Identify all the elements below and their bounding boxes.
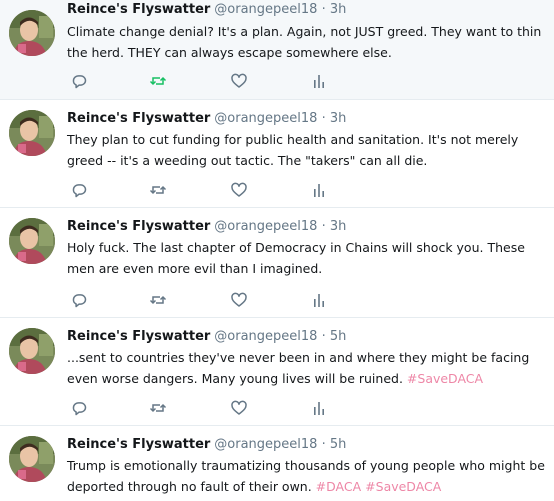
tweet-actions: [69, 398, 339, 418]
retweet-icon[interactable]: [148, 71, 168, 91]
author-handle[interactable]: @orangepeel18: [214, 329, 317, 344]
tweet-text-body: Trump is emotionally traumatizing thousa…: [67, 458, 545, 494]
separator-dot: ·: [321, 111, 326, 126]
analytics-icon[interactable]: [309, 290, 329, 310]
like-icon[interactable]: [229, 398, 249, 418]
analytics-icon[interactable]: [309, 398, 329, 418]
retweet-icon[interactable]: [148, 398, 168, 418]
author-name[interactable]: Reince's Flyswatter: [67, 329, 210, 344]
timestamp[interactable]: 3h: [330, 219, 347, 234]
timestamp[interactable]: 3h: [330, 2, 347, 17]
like-icon[interactable]: [229, 71, 249, 91]
tweet-header: Reince's Flyswatter @orangepeel18 · 3h: [67, 218, 346, 236]
author-handle[interactable]: @orangepeel18: [214, 111, 317, 126]
author-name[interactable]: Reince's Flyswatter: [67, 219, 210, 234]
tweet-text: Trump is emotionally traumatizing thousa…: [67, 455, 547, 497]
author-name[interactable]: Reince's Flyswatter: [67, 2, 210, 17]
tweet[interactable]: Reince's Flyswatter @orangepeel18 · 5h Tr…: [0, 426, 554, 501]
tweet-text-body: They plan to cut funding for public heal…: [67, 132, 519, 168]
separator-dot: ·: [321, 219, 326, 234]
separator-dot: ·: [321, 329, 326, 344]
separator-dot: ·: [321, 437, 326, 452]
tweet-header: Reince's Flyswatter @orangepeel18 · 3h: [67, 1, 346, 19]
like-icon[interactable]: [229, 290, 249, 310]
author-name[interactable]: Reince's Flyswatter: [67, 111, 210, 126]
tweet-actions: [69, 290, 339, 310]
tweet-header: Reince's Flyswatter @orangepeel18 · 5h: [67, 436, 346, 454]
timestamp[interactable]: 5h: [330, 329, 347, 344]
tweet-text: ...sent to countries they've never been …: [67, 347, 547, 389]
tweet-text: Holy fuck. The last chapter of Democracy…: [67, 237, 547, 279]
retweet-icon[interactable]: [148, 290, 168, 310]
timestamp[interactable]: 3h: [330, 111, 347, 126]
tweet[interactable]: Reince's Flyswatter @orangepeel18 · 3h Th…: [0, 100, 554, 208]
analytics-icon[interactable]: [309, 180, 329, 200]
author-name[interactable]: Reince's Flyswatter: [67, 437, 210, 452]
avatar[interactable]: [9, 328, 55, 374]
tweet[interactable]: Reince's Flyswatter @orangepeel18 · 3h Cl…: [0, 0, 554, 100]
analytics-icon[interactable]: [309, 71, 329, 91]
tweet-text: Climate change denial? It's a plan. Agai…: [67, 21, 547, 63]
tweet-timeline: Reince's Flyswatter @orangepeel18 · 3h Cl…: [0, 0, 554, 501]
hashtag-link[interactable]: #SaveDACA: [365, 479, 441, 494]
retweet-icon[interactable]: [148, 180, 168, 200]
timestamp[interactable]: 5h: [330, 437, 347, 452]
reply-icon[interactable]: [69, 71, 89, 91]
tweet-text-body: Holy fuck. The last chapter of Democracy…: [67, 240, 525, 276]
avatar[interactable]: [9, 436, 55, 482]
tweet-header: Reince's Flyswatter @orangepeel18 · 5h: [67, 328, 346, 346]
separator-dot: ·: [321, 2, 326, 17]
tweet-header: Reince's Flyswatter @orangepeel18 · 3h: [67, 110, 346, 128]
tweet-text: They plan to cut funding for public heal…: [67, 129, 547, 171]
author-handle[interactable]: @orangepeel18: [214, 2, 317, 17]
like-icon[interactable]: [229, 180, 249, 200]
tweet[interactable]: Reince's Flyswatter @orangepeel18 · 5h ..…: [0, 318, 554, 426]
tweet-text-body: Climate change denial? It's a plan. Agai…: [67, 24, 542, 60]
reply-icon[interactable]: [69, 398, 89, 418]
author-handle[interactable]: @orangepeel18: [214, 219, 317, 234]
avatar[interactable]: [9, 110, 55, 156]
tweet-actions: [69, 71, 339, 91]
hashtag-link[interactable]: #DACA: [316, 479, 362, 494]
reply-icon[interactable]: [69, 180, 89, 200]
reply-icon[interactable]: [69, 290, 89, 310]
avatar[interactable]: [9, 218, 55, 264]
hashtag-link[interactable]: #SaveDACA: [407, 371, 483, 386]
tweet[interactable]: Reince's Flyswatter @orangepeel18 · 3h Ho…: [0, 208, 554, 318]
author-handle[interactable]: @orangepeel18: [214, 437, 317, 452]
avatar[interactable]: [9, 10, 55, 56]
tweet-actions: [69, 180, 339, 200]
